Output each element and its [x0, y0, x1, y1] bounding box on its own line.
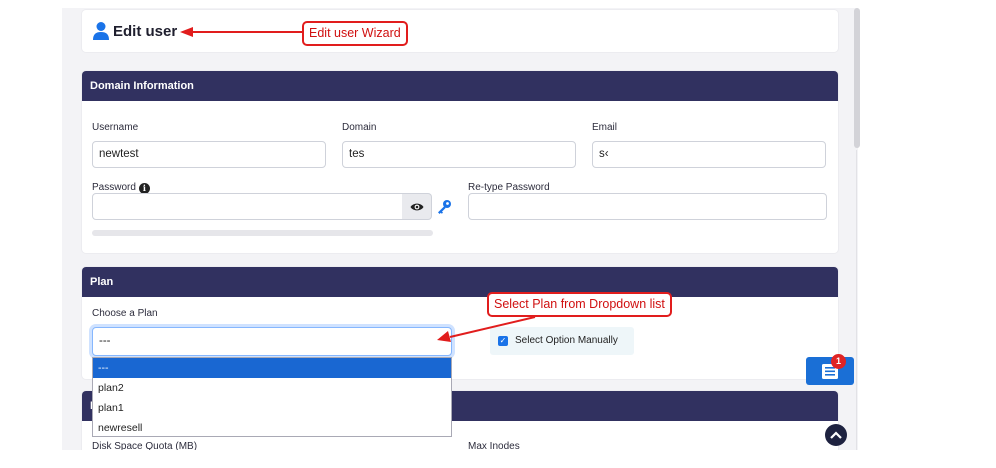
page-scrollbar-track: [856, 150, 857, 450]
dropdown-option[interactable]: plan2: [93, 378, 451, 398]
checkbox-checked-icon[interactable]: ✓: [498, 336, 508, 346]
dropdown-option[interactable]: newresell: [93, 418, 451, 438]
disk-quota-label: Disk Space Quota (MB): [92, 441, 198, 450]
domain-input[interactable]: tes: [342, 141, 576, 168]
plan-heading: Plan: [82, 267, 838, 297]
select-option-manually-toggle[interactable]: ✓ Select Option Manually: [490, 327, 634, 355]
username-input[interactable]: newtest: [92, 141, 326, 168]
domain-information-heading: Domain Information: [82, 71, 838, 101]
page-scrollbar-thumb[interactable]: [854, 8, 860, 148]
domain-information-card: Domain Information Username newtest Doma…: [82, 71, 838, 253]
notification-badge: 1: [831, 354, 846, 369]
max-inodes-label: Max Inodes: [468, 441, 520, 450]
generate-password-key-icon[interactable]: [436, 199, 452, 215]
password-input[interactable]: [92, 193, 403, 220]
eye-icon: [410, 203, 424, 211]
page-header-card: Edit user: [82, 10, 838, 52]
plan-select[interactable]: ---: [92, 327, 452, 356]
retype-password-label: Re-type Password: [468, 182, 550, 193]
email-input[interactable]: s‹: [592, 141, 826, 168]
scroll-to-top-button[interactable]: [825, 424, 847, 446]
password-strength-bar: [92, 230, 433, 236]
password-label-text: Password: [92, 182, 136, 193]
chevron-up-icon: [830, 431, 842, 439]
edit-user-wizard-callout: Edit user Wizard: [302, 21, 408, 46]
email-label: Email: [592, 122, 618, 133]
notifications-button[interactable]: [806, 357, 854, 385]
select-option-manually-label: Select Option Manually: [515, 335, 618, 346]
domain-label: Domain: [342, 122, 377, 133]
dropdown-option[interactable]: ---: [93, 358, 451, 378]
username-label: Username: [92, 122, 139, 133]
toggle-password-visibility-button[interactable]: [402, 193, 432, 220]
page-title: Edit user: [113, 23, 178, 40]
retype-password-input[interactable]: [468, 193, 827, 220]
user-icon: [93, 22, 109, 40]
dropdown-option[interactable]: plan1: [93, 398, 451, 418]
select-plan-callout: Select Plan from Dropdown list: [487, 292, 672, 317]
plan-dropdown-list: --- plan2 plan1 newresell: [92, 357, 452, 437]
choose-plan-label: Choose a Plan: [92, 308, 158, 319]
